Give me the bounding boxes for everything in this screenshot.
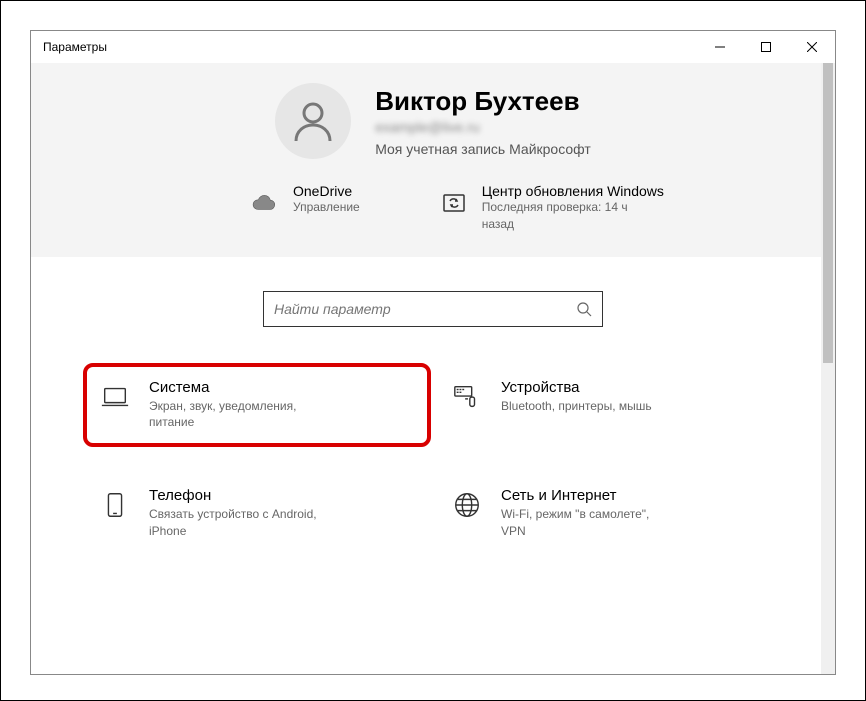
category-title: Сеть и Интернет <box>501 487 671 504</box>
cloud-icon <box>251 189 279 217</box>
maximize-button[interactable] <box>743 31 789 63</box>
phone-icon <box>99 489 131 521</box>
category-system[interactable]: Система Экран, звук, уведомления, питани… <box>83 363 431 448</box>
category-title: Телефон <box>149 487 319 504</box>
scrollbar[interactable] <box>821 63 835 674</box>
category-phone[interactable]: Телефон Связать устройство с Android, iP… <box>91 479 423 548</box>
devices-icon <box>451 381 483 413</box>
category-title: Устройства <box>501 379 652 396</box>
onedrive-title: OneDrive <box>293 183 360 199</box>
account-link[interactable]: Моя учетная запись Майкрософт <box>375 141 591 157</box>
user-name: Виктор Бухтеев <box>375 86 591 117</box>
user-section: Виктор Бухтеев example@live.ru Моя учетн… <box>31 83 835 159</box>
category-title: Система <box>149 379 319 396</box>
category-network[interactable]: Сеть и Интернет Wi-Fi, режим "в самолете… <box>443 479 775 548</box>
category-devices[interactable]: Устройства Bluetooth, принтеры, мышь <box>443 371 775 440</box>
scrollbar-thumb[interactable] <box>823 63 833 363</box>
category-sub: Wi-Fi, режим "в самолете", VPN <box>501 506 671 540</box>
category-sub: Экран, звук, уведомления, питание <box>149 398 319 432</box>
laptop-icon <box>99 381 131 413</box>
settings-window: Параметры Виктор Бухтеев example <box>30 30 836 675</box>
windows-update-shortcut[interactable]: Центр обновления Windows Последняя прове… <box>440 183 664 233</box>
globe-icon <box>451 489 483 521</box>
onedrive-shortcut[interactable]: OneDrive Управление <box>251 183 360 233</box>
user-email: example@live.ru <box>375 119 591 135</box>
titlebar: Параметры <box>31 31 835 63</box>
window-controls <box>697 31 835 63</box>
search-box[interactable] <box>263 291 603 327</box>
update-sub: Последняя проверка: 14 ч назад <box>482 199 632 233</box>
search-input[interactable] <box>274 301 576 317</box>
update-title: Центр обновления Windows <box>482 183 664 199</box>
close-button[interactable] <box>789 31 835 63</box>
search-area <box>31 257 835 351</box>
onedrive-sub: Управление <box>293 199 360 216</box>
header-panel: Виктор Бухтеев example@live.ru Моя учетн… <box>31 63 835 257</box>
window-title: Параметры <box>43 40 107 54</box>
category-sub: Связать устройство с Android, iPhone <box>149 506 319 540</box>
user-avatar-icon[interactable] <box>275 83 351 159</box>
categories-grid: Система Экран, звук, уведомления, питани… <box>31 351 835 548</box>
search-icon <box>576 301 592 317</box>
category-sub: Bluetooth, принтеры, мышь <box>501 398 652 415</box>
shortcuts-row: OneDrive Управление Центр обновления Win… <box>31 183 835 233</box>
user-info: Виктор Бухтеев example@live.ru Моя учетн… <box>375 86 591 157</box>
update-icon <box>440 189 468 217</box>
minimize-button[interactable] <box>697 31 743 63</box>
